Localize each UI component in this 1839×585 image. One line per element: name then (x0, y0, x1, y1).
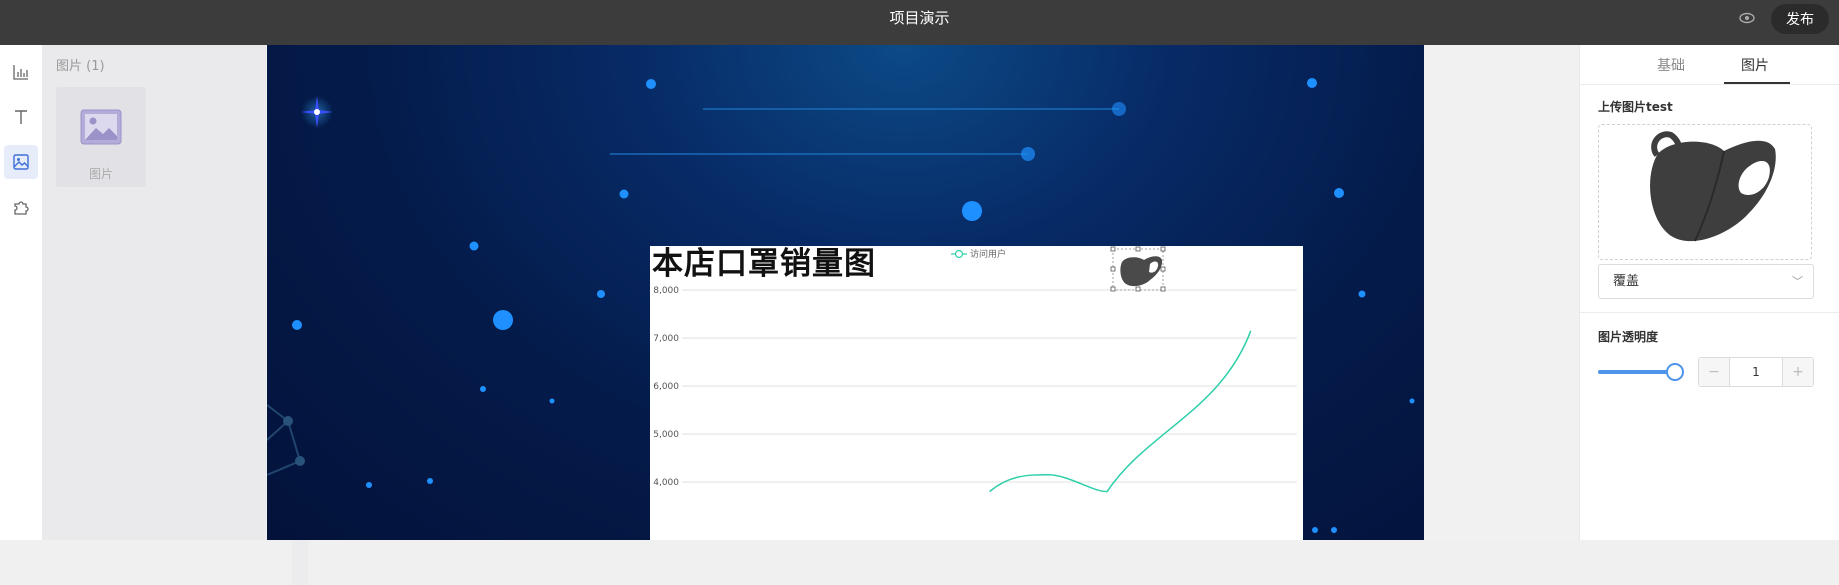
selected-mask-image[interactable] (1110, 246, 1170, 296)
y-tick-label: 6,000 (653, 382, 679, 392)
chevron-down-icon: ﹀ (1792, 275, 1803, 288)
upload-image-label: 上传图片test (1598, 100, 1673, 114)
chart-title: 本店口罩销量图 (652, 246, 876, 282)
sales-chart-widget[interactable]: 8,000 7,000 6,000 5,000 4,000 本店口罩销量图 访问用户 (650, 246, 1303, 540)
image-icon (13, 154, 29, 170)
y-tick-label: 7,000 (653, 334, 679, 344)
fit-mode-select[interactable]: 覆盖 ﹀ (1598, 264, 1814, 299)
mask-preview-image (1650, 131, 1776, 242)
puzzle-icon (14, 201, 29, 215)
design-canvas[interactable]: 8,000 7,000 6,000 5,000 4,000 本店口罩销量图 访问用户 (267, 45, 1424, 540)
tab-basic[interactable]: 基础 (1657, 55, 1685, 75)
opacity-stepper: − 1 + (1698, 357, 1814, 387)
series-line (989, 330, 1252, 493)
y-tick-label: 4,000 (653, 478, 679, 488)
decrement-button[interactable]: − (1699, 358, 1729, 386)
opacity-slider-handle[interactable] (1666, 363, 1684, 381)
canvas-workspace: 8,000 7,000 6,000 5,000 4,000 本店口罩销量图 访问用户 (266, 45, 1579, 540)
top-bar: 项目演示 发布 (0, 0, 1839, 45)
active-tab-indicator (1724, 82, 1790, 84)
chart-legend[interactable]: 访问用户 (951, 247, 1006, 260)
image-library-panel: 图片 (1) 图片 ▲ (42, 45, 308, 585)
rail-text-button[interactable] (4, 100, 38, 134)
y-tick-label: 5,000 (653, 430, 679, 440)
properties-panel: 基础 图片 上传图片test 覆盖 ﹀ 图片透明度 − 1 + (1579, 45, 1839, 540)
section-divider (1580, 312, 1839, 313)
rail-image-button[interactable] (4, 145, 38, 179)
library-image-card[interactable]: 图片 (56, 87, 146, 187)
rail-chart-button[interactable] (4, 55, 38, 89)
rail-component-button[interactable] (4, 190, 38, 224)
sparkle-icon (301, 96, 333, 128)
chart-icon (13, 65, 28, 80)
upload-image-dropzone[interactable] (1598, 124, 1812, 260)
y-tick-label: 8,000 (653, 286, 679, 296)
text-icon (15, 110, 27, 124)
opacity-label: 图片透明度 (1598, 330, 1659, 344)
line-chart-plot: 8,000 7,000 6,000 5,000 4,000 (653, 286, 1297, 493)
library-header: 图片 (1) (56, 59, 105, 74)
project-title: 项目演示 (889, 9, 950, 27)
component-rail (0, 45, 42, 540)
opacity-slider-track[interactable] (1598, 370, 1674, 374)
legend-line-icon (951, 249, 967, 258)
tab-image[interactable]: 图片 (1741, 55, 1769, 75)
image-placeholder-icon (80, 109, 122, 145)
fit-mode-value: 覆盖 (1613, 274, 1640, 289)
eye-icon[interactable] (1738, 10, 1756, 26)
legend-label: 访问用户 (970, 250, 1007, 260)
increment-button[interactable]: + (1783, 358, 1813, 386)
properties-tabs: 基础 图片 (1580, 45, 1839, 85)
library-image-label: 图片 (88, 167, 113, 181)
publish-button[interactable]: 发布 (1771, 4, 1829, 34)
opacity-value[interactable]: 1 (1729, 358, 1783, 386)
